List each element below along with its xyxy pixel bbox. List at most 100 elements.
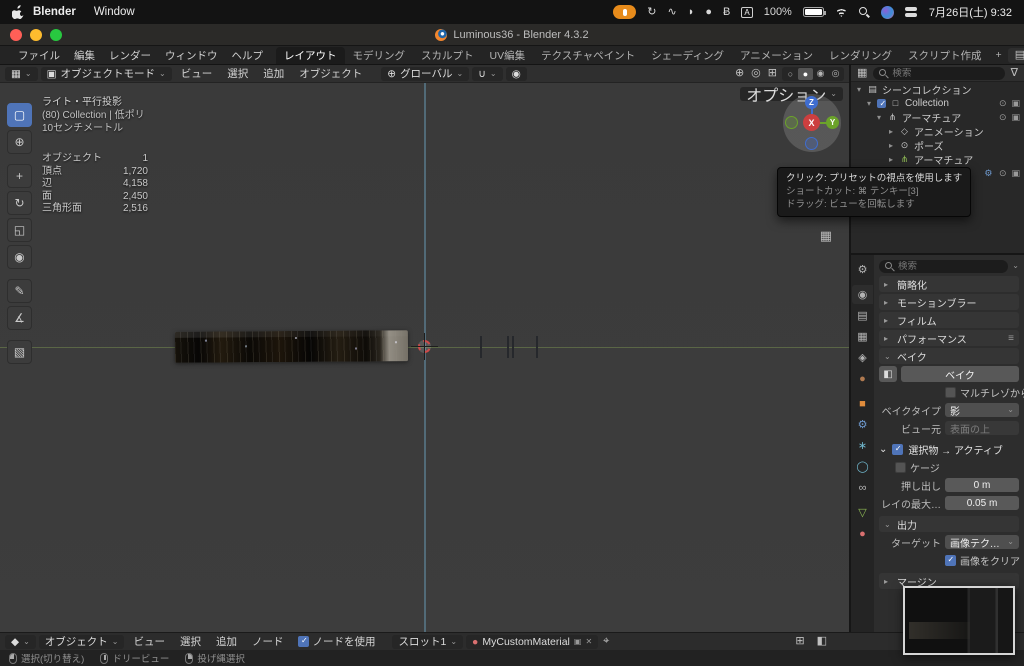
tool-add-cube[interactable]: ▧ [7, 340, 32, 364]
viewport-3d[interactable]: ▦ ⌄ ▣ オブジェクトモード ⌄ ビュー 選択 追加 オブジェクト ⊕ グロー… [0, 65, 849, 632]
node-snap-icon[interactable]: ⊞ [793, 636, 806, 647]
collapse-icon[interactable]: ▸ [887, 155, 895, 164]
menu-window[interactable]: ウィンドウ [158, 46, 225, 64]
gizmo-axis-y[interactable]: Y [826, 116, 839, 129]
tab-output-properties[interactable]: ▤ [852, 306, 873, 325]
chevron-down-icon[interactable]: ⌄ [1012, 262, 1019, 270]
menubar-datetime[interactable]: 7月26日(土) 9:32 [929, 4, 1012, 20]
outliner-item-label[interactable]: アーマチュア [914, 152, 973, 167]
collapse-icon[interactable]: ▸ [887, 127, 895, 136]
node-menu-node[interactable]: ノード [246, 634, 290, 649]
outliner-row-collection[interactable]: ▾ □ Collection ⊙ ▣ [851, 96, 1024, 110]
editor-type-selector[interactable]: ▦ ⌄ [5, 66, 38, 81]
workspace-tab-layout[interactable]: レイアウト [276, 46, 345, 64]
tab-world-properties[interactable]: ● [852, 369, 873, 388]
modifier-wrench-icon[interactable]: ⚙ [983, 168, 994, 179]
outliner-filter-icon[interactable]: ∇ [1009, 67, 1020, 79]
workspace-tab-animation[interactable]: アニメーション [732, 47, 821, 64]
bake-brush-icon[interactable]: ◧ [879, 366, 897, 382]
eye-icon[interactable]: ⊙ [999, 98, 1007, 109]
from-multires-checkbox[interactable] [945, 386, 956, 398]
outliner-search[interactable] [873, 66, 1005, 80]
sync-icon[interactable]: ↻ [647, 6, 656, 18]
shading-solid-icon[interactable]: ● [798, 67, 813, 80]
viewport-grid-toggle-icon[interactable]: ▦ [820, 228, 832, 244]
expand-icon[interactable]: ▾ [875, 113, 883, 122]
tab-object-data-properties[interactable]: ▽ [852, 503, 873, 522]
node-menu-view[interactable]: ビュー [127, 634, 171, 649]
tool-cursor[interactable]: ⊕ [7, 130, 32, 154]
outliner-editor-type-icon[interactable]: ▦ [855, 67, 869, 79]
snap-toggle[interactable]: ∪ ⌄ [472, 66, 503, 81]
navigation-gizmo[interactable]: Z Y X [783, 94, 841, 152]
render-preview-thumbnail[interactable] [903, 586, 1015, 655]
bake-button[interactable]: ベイク [901, 366, 1019, 382]
editor-type-selector-shader[interactable]: ◆ ⌄ [5, 634, 36, 649]
menubar-app-name[interactable]: Blender [24, 6, 85, 18]
bluetooth-icon[interactable]: Ƀ [723, 6, 730, 18]
viewport-menu-object[interactable]: オブジェクト [293, 66, 368, 81]
tab-material-properties[interactable]: ● [852, 524, 873, 543]
overlays-toggle-icon[interactable]: ◎ [749, 68, 763, 79]
mesh-object-low-poly-log[interactable] [174, 330, 409, 363]
workspace-tab-scripting[interactable]: スクリプト作成 [900, 47, 990, 64]
expand-icon[interactable]: ▾ [865, 99, 873, 108]
gizmo-axis-z[interactable]: Z [805, 96, 818, 109]
workspace-tab-shading[interactable]: シェーディング [643, 47, 732, 64]
outliner-item-label[interactable]: アニメーション [914, 124, 984, 139]
properties-search[interactable] [879, 259, 1009, 273]
outliner-row-scene-collection[interactable]: ▾ ▤ シーンコレクション [851, 82, 1024, 97]
panel-simplify[interactable]: ▸ 簡略化 [879, 276, 1019, 292]
audio-wave-icon[interactable]: ∿ [667, 6, 676, 18]
tab-particle-properties[interactable]: ∗ [852, 436, 873, 455]
tool-scale[interactable]: ◱ [7, 218, 32, 242]
proportional-editing-toggle[interactable]: ◉ [505, 66, 527, 81]
tab-tool-properties[interactable]: ⚙ [852, 260, 873, 279]
scene-selector[interactable]: ▤ Scene ✕ [1007, 47, 1024, 63]
shading-wireframe-icon[interactable]: ○ [783, 68, 798, 80]
view-from-dropdown[interactable]: 表面の上 [945, 421, 1019, 436]
node-overlay-icon[interactable]: ◧ [815, 636, 829, 647]
workspace-tab-sculpting[interactable]: スカルプト [413, 47, 482, 64]
camera-visibility-icon[interactable]: ▣ [1011, 112, 1020, 123]
outliner-row-animation[interactable]: ▸ ◇ アニメーション [851, 124, 1024, 139]
shading-material-icon[interactable]: ◉ [813, 68, 828, 80]
use-nodes-checkbox[interactable] [298, 636, 310, 647]
add-workspace-button[interactable]: + [990, 49, 1008, 61]
tool-transform[interactable]: ◉ [7, 245, 32, 269]
expand-icon[interactable]: ▾ [855, 85, 863, 94]
camera-visibility-icon[interactable]: ▣ [1011, 98, 1020, 109]
workspace-tab-rendering[interactable]: レンダリング [821, 47, 900, 64]
node-menu-select[interactable]: 選択 [174, 634, 207, 649]
tab-constraint-properties[interactable]: ∞ [852, 478, 873, 497]
outliner-item-label[interactable]: ポーズ [914, 138, 944, 153]
material-slot-selector[interactable]: スロット1 ⌄ [392, 634, 464, 649]
material-id-widget[interactable]: ● MyCustomMaterial ▣ ✕ [466, 634, 599, 649]
minimize-window-button[interactable] [30, 28, 42, 41]
viewport-menu-select[interactable]: 選択 [221, 66, 254, 81]
panel-bake[interactable]: ⌄ ベイク [879, 348, 1019, 364]
battery-icon[interactable] [802, 7, 826, 17]
outliner-row-armature-object[interactable]: ▾ ⋔ アーマチュア ⊙ ▣ [851, 110, 1024, 125]
cage-checkbox[interactable] [895, 461, 906, 473]
workspace-tab-modeling[interactable]: モデリング [345, 47, 414, 64]
max-ray-slider[interactable]: 0.05 m [945, 496, 1019, 510]
extrusion-slider[interactable]: 0 m [945, 478, 1019, 492]
outliner-search-input[interactable] [892, 67, 999, 79]
eye-icon[interactable]: ⊙ [999, 112, 1007, 123]
tab-modifier-properties[interactable]: ⚙ [852, 415, 873, 434]
tab-scene-properties[interactable]: ◈ [852, 348, 873, 367]
tab-render-properties[interactable]: ◉ [852, 285, 873, 304]
panel-film[interactable]: ▸ フィルム [879, 312, 1019, 328]
unlink-material-icon[interactable]: ✕ [585, 637, 592, 646]
presets-icon[interactable]: ≡ [1008, 333, 1014, 344]
tool-annotate[interactable]: ✎ [7, 279, 32, 303]
outliner-row-pose[interactable]: ▸ ⊙ ポーズ [851, 138, 1024, 153]
tab-physics-properties[interactable]: ◯ [852, 457, 873, 476]
viewport-menu-view[interactable]: ビュー [175, 66, 219, 81]
menu-edit[interactable]: 編集 [67, 46, 102, 64]
xray-toggle-icon[interactable]: ⊞ [766, 68, 779, 79]
selected-to-active-checkbox[interactable] [892, 443, 904, 455]
menubar-item-window[interactable]: Window [85, 6, 144, 18]
tab-view-layer-properties[interactable]: ▦ [852, 327, 873, 346]
